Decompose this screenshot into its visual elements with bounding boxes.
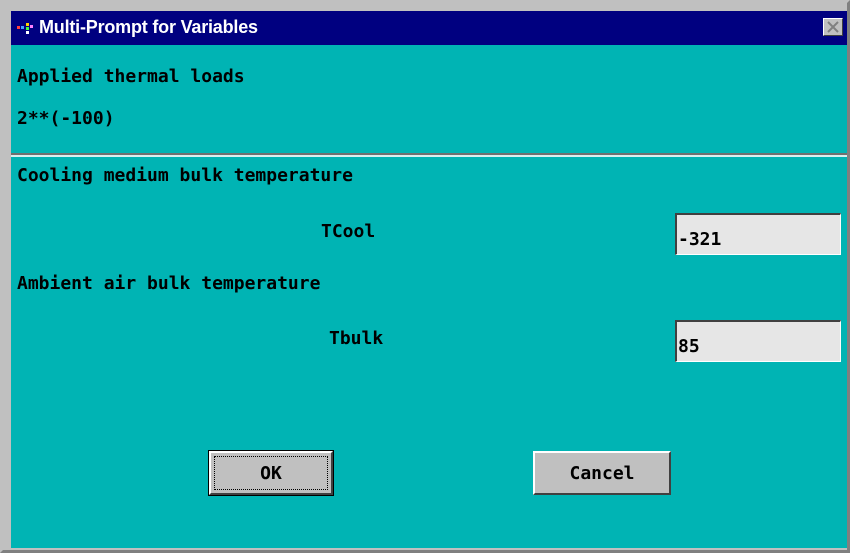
- window-title: Multi-Prompt for Variables: [39, 17, 258, 37]
- tbulk-field[interactable]: [675, 320, 841, 362]
- section-label-cooling: Cooling medium bulk temperature: [17, 165, 353, 186]
- header-title: Applied thermal loads: [17, 66, 245, 87]
- tcool-input[interactable]: [677, 215, 840, 254]
- title-bar[interactable]: Multi-Prompt for Variables: [11, 11, 847, 45]
- cancel-button[interactable]: Cancel: [533, 451, 671, 495]
- tcool-field[interactable]: [675, 213, 841, 255]
- close-icon: [827, 21, 839, 33]
- header-expression: 2**(-100): [17, 108, 115, 129]
- close-button[interactable]: [823, 18, 843, 36]
- dialog-body: Applied thermal loads 2**(-100) Cooling …: [11, 45, 847, 548]
- variable-label-tbulk: Tbulk: [329, 328, 384, 349]
- focus-rectangle: [214, 456, 328, 490]
- multi-prompt-dialog: Multi-Prompt for Variables Applied therm…: [0, 0, 850, 553]
- variable-label-tcool: TCool: [321, 221, 376, 242]
- app-icon: [17, 22, 33, 34]
- section-label-ambient: Ambient air bulk temperature: [17, 273, 321, 294]
- ok-button[interactable]: OK: [208, 450, 334, 496]
- tbulk-input[interactable]: [677, 322, 840, 361]
- separator-highlight: [11, 155, 847, 157]
- cancel-label: Cancel: [569, 462, 635, 484]
